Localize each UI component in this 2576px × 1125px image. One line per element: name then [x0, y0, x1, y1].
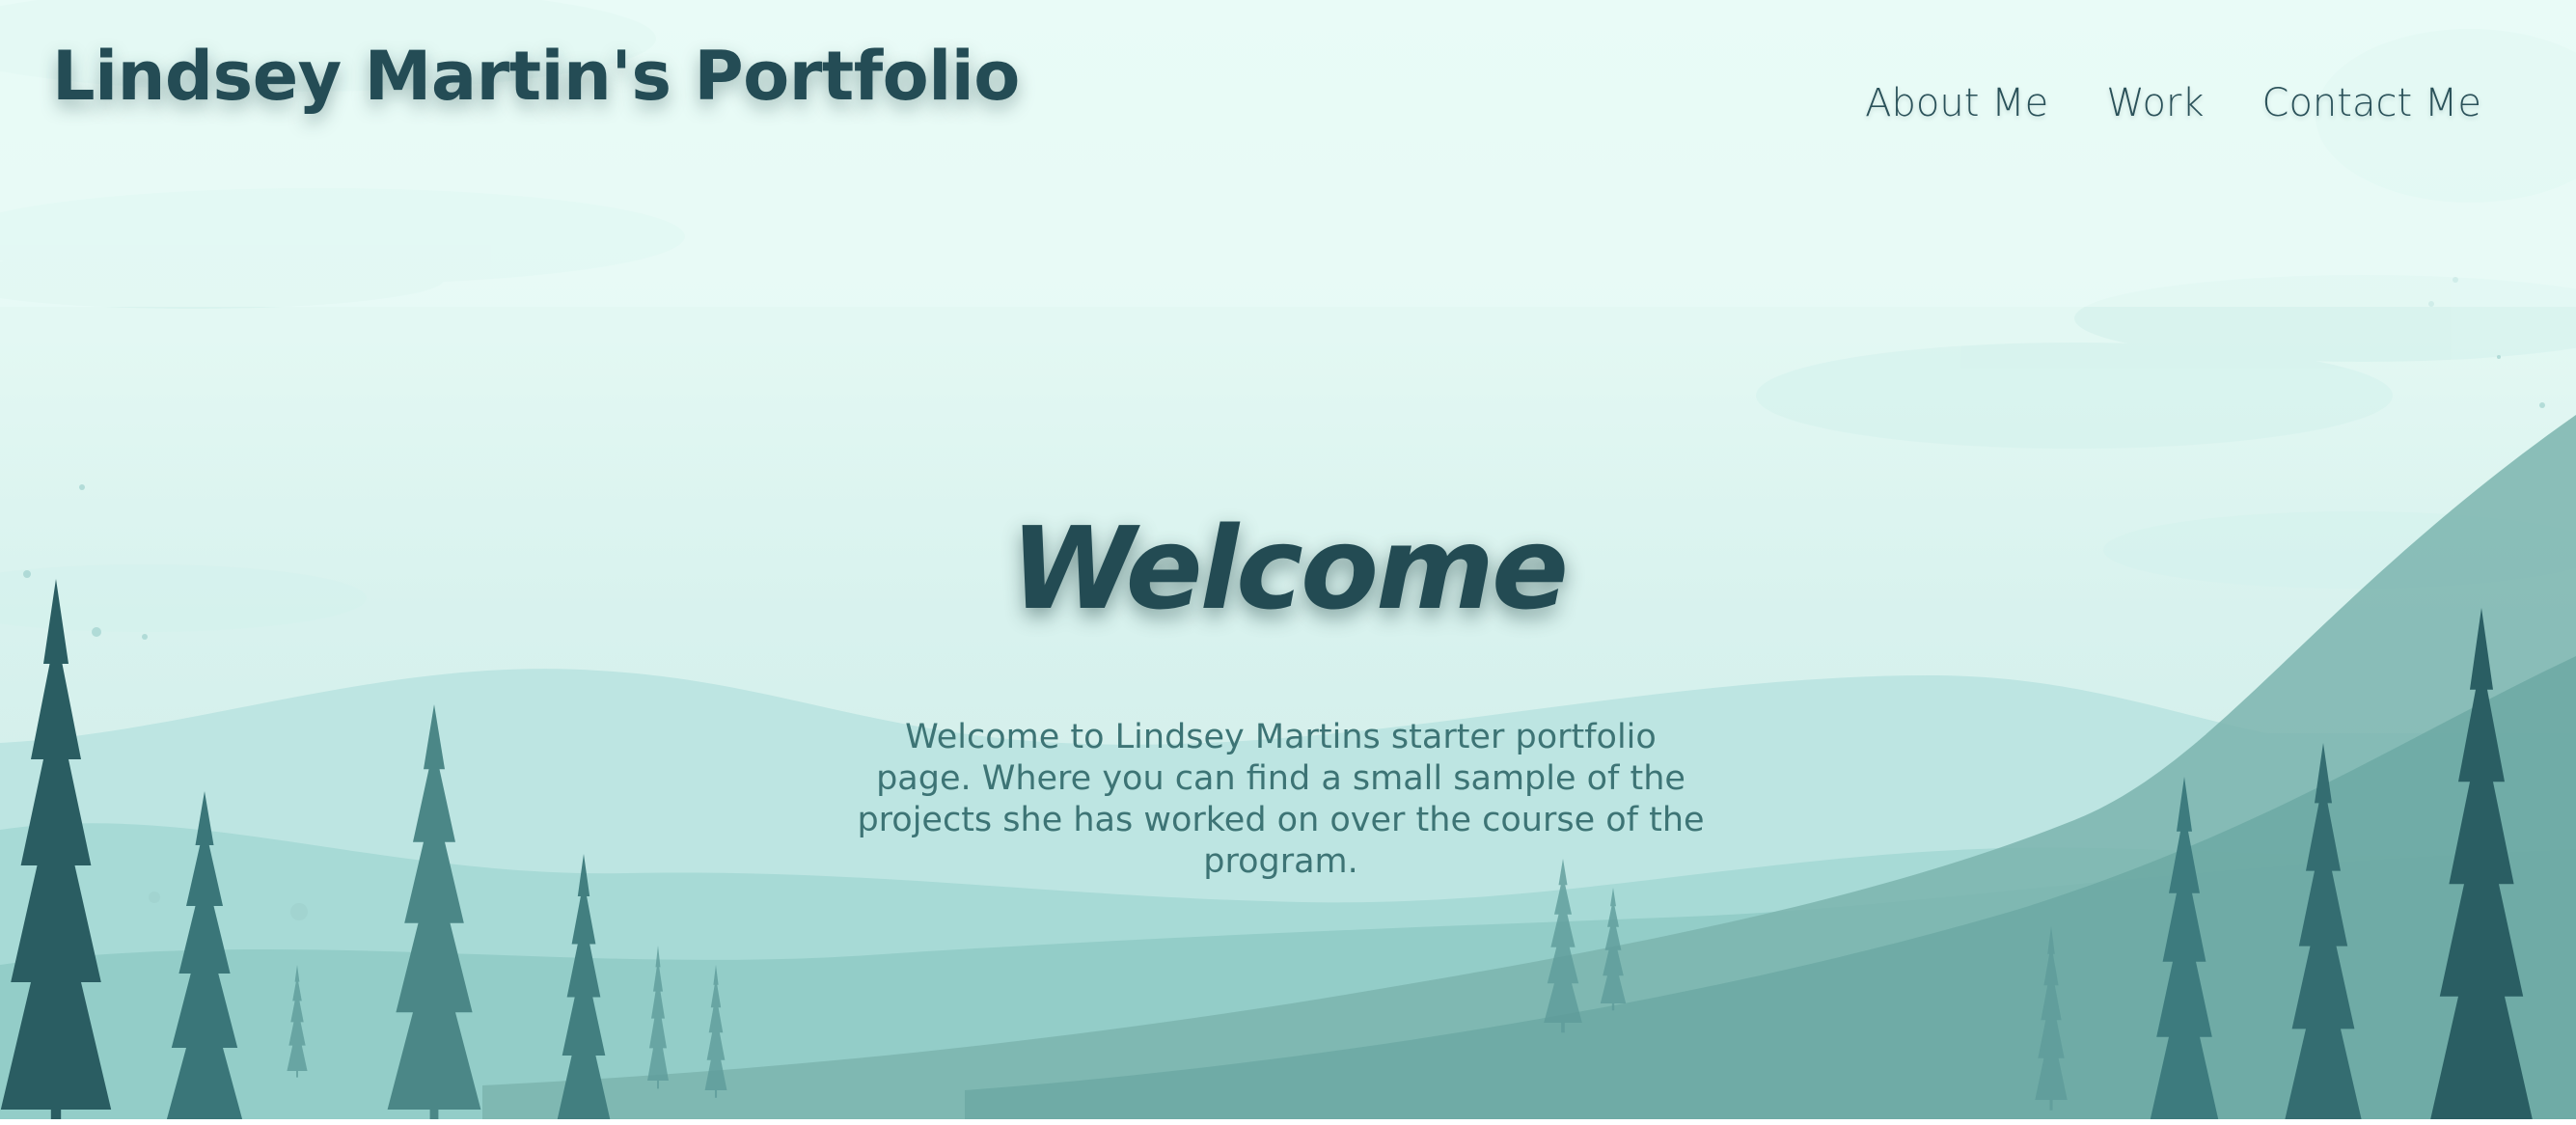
nav-link-work[interactable]: Work [2106, 81, 2204, 125]
main-nav: About Me Work Contact Me [1865, 81, 2481, 125]
site-title: Lindsey Martin's Portfolio [52, 37, 1020, 116]
nav-link-about-me[interactable]: About Me [1865, 81, 2048, 125]
nav-link-contact-me[interactable]: Contact Me [2262, 81, 2481, 125]
welcome-description: Welcome to Lindsey Martins starter portf… [857, 718, 1705, 881]
hero-section: Lindsey Martin's Portfolio About Me Work… [0, 0, 2576, 1119]
welcome-heading: Welcome [1009, 502, 1569, 635]
